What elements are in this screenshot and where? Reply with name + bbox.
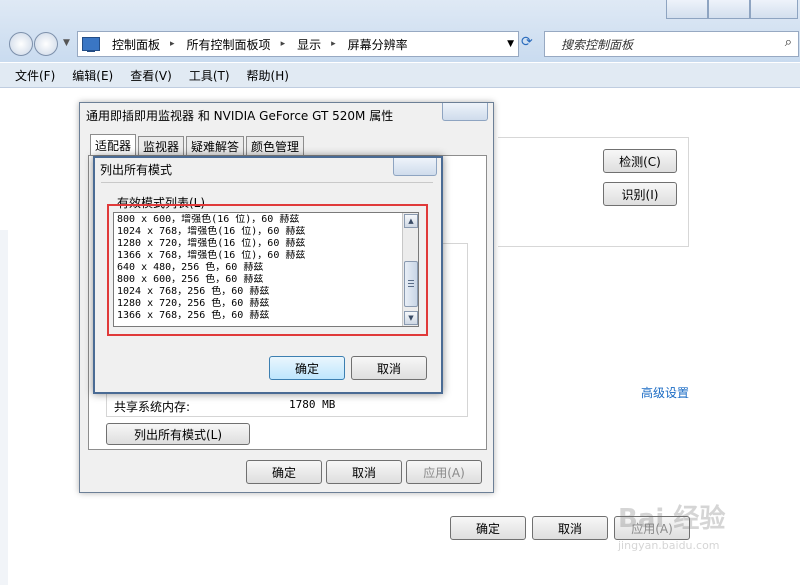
chevron-right-icon[interactable]: ▸ [331, 39, 336, 49]
identify-button[interactable]: 识别(I) [603, 182, 677, 206]
properties-ok-button[interactable]: 确定 [246, 460, 322, 484]
modes-dialog-title: 列出所有模式 [100, 163, 173, 177]
address-bar[interactable]: 控制面板 ▸ 所有控制面板项 ▸ 显示 ▸ 屏幕分辨率 ▼ [77, 31, 519, 57]
minimize-button[interactable] [666, 0, 708, 19]
properties-cancel-button[interactable]: 取消 [326, 460, 402, 484]
modes-cancel-button[interactable]: 取消 [351, 356, 427, 380]
menu-edit[interactable]: 编辑(E) [72, 67, 113, 84]
watermark-url: jingyan.baidu.com [618, 539, 720, 552]
search-input[interactable]: 搜索控制面板 [561, 36, 633, 53]
search-box[interactable]: 搜索控制面板 ⌕ [544, 31, 799, 57]
search-icon[interactable]: ⌕ [785, 35, 792, 50]
breadcrumb-control-panel[interactable]: 控制面板 ▸ [112, 36, 175, 53]
shared-memory-value: 1780 MB [289, 398, 336, 411]
list-all-modes-button[interactable]: 列出所有模式(L) [106, 423, 250, 445]
modes-close-button[interactable] [393, 158, 437, 176]
advanced-settings-link[interactable]: 高级设置 [641, 384, 689, 401]
chevron-right-icon[interactable]: ▸ [170, 39, 175, 49]
breadcrumb-display[interactable]: 显示 ▸ [297, 36, 336, 53]
modes-ok-button[interactable]: 确定 [269, 356, 345, 380]
maximize-button[interactable] [708, 0, 750, 19]
menu-view[interactable]: 查看(V) [130, 67, 172, 84]
address-dropdown-icon[interactable]: ▼ [507, 39, 514, 49]
properties-dialog-title: 通用即插即用监视器 和 NVIDIA GeForce GT 520M 属性 [86, 109, 394, 123]
tab-troubleshoot[interactable]: 疑难解答 [186, 136, 245, 155]
close-button[interactable] [750, 0, 798, 19]
highlight-box [107, 204, 428, 336]
back-button[interactable] [9, 32, 33, 56]
forward-button[interactable] [34, 32, 58, 56]
watermark-brand: Bai 经验 [618, 504, 726, 534]
properties-apply-button[interactable]: 应用(A) [406, 460, 482, 484]
recent-pages-chevron-icon[interactable]: ▼ [63, 38, 70, 48]
main-ok-button[interactable]: 确定 [450, 516, 526, 540]
tab-monitor[interactable]: 监视器 [138, 136, 185, 155]
control-panel-icon [82, 37, 100, 52]
shared-memory-label: 共享系统内存: [114, 400, 191, 414]
left-edge [0, 230, 8, 585]
main-cancel-button[interactable]: 取消 [532, 516, 608, 540]
tab-color-management[interactable]: 颜色管理 [246, 136, 305, 155]
menu-tools[interactable]: 工具(T) [189, 67, 230, 84]
properties-close-button[interactable] [442, 103, 488, 121]
window-controls [666, 0, 798, 20]
watermark: Bai 经验 jingyan.baidu.com [618, 498, 798, 558]
menu-help[interactable]: 帮助(H) [247, 67, 289, 84]
properties-tabs: 适配器 监视器 疑难解答 颜色管理 [90, 134, 306, 155]
refresh-icon[interactable]: ⟳ [521, 34, 541, 54]
menu-bar: 文件(F) 编辑(E) 查看(V) 工具(T) 帮助(H) [0, 63, 800, 88]
menu-file[interactable]: 文件(F) [15, 67, 55, 84]
detect-button[interactable]: 检测(C) [603, 149, 677, 173]
chevron-right-icon[interactable]: ▸ [281, 39, 286, 49]
breadcrumb-all-items[interactable]: 所有控制面板项 ▸ [187, 36, 286, 53]
breadcrumb-screen-resolution[interactable]: 屏幕分辨率 [348, 36, 408, 53]
tab-adapter[interactable]: 适配器 [90, 134, 137, 155]
